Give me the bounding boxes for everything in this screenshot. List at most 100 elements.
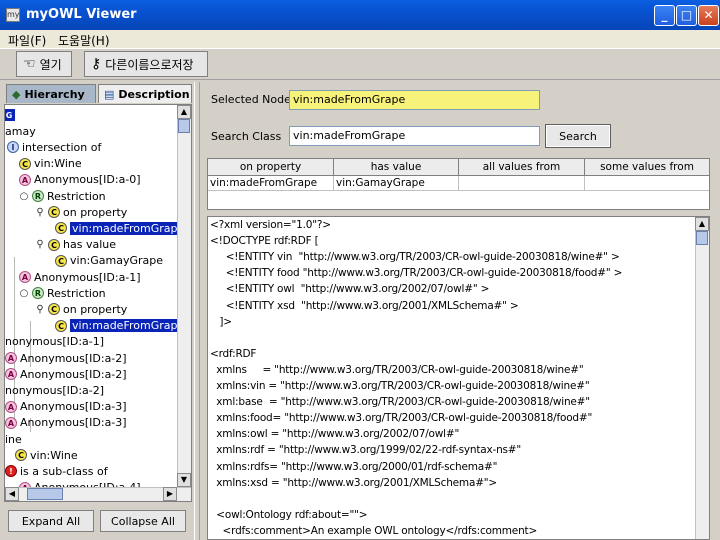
tree-node-label: vin:Wine — [34, 157, 82, 171]
tree-node[interactable]: A Anonymous[ID:a-3] — [5, 399, 127, 415]
tree-node[interactable]: Cvin:madeFromGrape — [55, 318, 179, 334]
expand-all-button[interactable]: Expand All — [8, 510, 94, 532]
tree-node[interactable]: ○ R Restriction — [19, 285, 106, 301]
scroll-thumb[interactable] — [27, 488, 63, 500]
node-type-badge-icon: A — [19, 271, 31, 283]
scroll-thumb[interactable] — [178, 119, 190, 133]
source-line: <!ENTITY owl "http://www.w3.org/2002/07/… — [210, 283, 490, 296]
tree-node[interactable]: ine — [5, 431, 22, 447]
app-icon: my — [6, 8, 20, 22]
search-class-input[interactable]: vin:madeFromGrape — [289, 126, 540, 146]
node-type-badge-icon: R — [32, 190, 44, 202]
tab-description[interactable]: ▤ Description — [98, 84, 192, 103]
open-hand-icon: ☜ — [23, 56, 36, 72]
tree-node[interactable]: Cvin:Wine — [19, 156, 82, 172]
table-header-some-values-from[interactable]: some values from — [585, 159, 709, 176]
table-cell[interactable]: vin:madeFromGrape — [208, 176, 334, 191]
source-line: <owl:Ontology rdf:about=""> — [210, 508, 368, 521]
key-icon: ⚷ — [91, 56, 102, 72]
node-type-badge-icon: C — [15, 449, 27, 462]
tree-node[interactable]: nonymous[ID:a-2] — [5, 382, 104, 398]
tree-node[interactable]: A Anonymous[ID:a-0] — [19, 172, 141, 188]
node-type-badge-icon: A — [5, 400, 17, 413]
search-button[interactable]: Search — [545, 124, 611, 148]
scroll-right-arrow-icon[interactable]: ▶ — [163, 487, 177, 501]
close-button[interactable]: ✕ — [698, 5, 719, 26]
tree-node-label: on property — [63, 205, 128, 219]
table-header-on-property[interactable]: on property — [208, 159, 334, 176]
tree-node[interactable]: G — [5, 107, 18, 123]
expand-handle-icon[interactable]: ○ — [19, 191, 29, 202]
table-cell[interactable] — [585, 176, 709, 191]
tab-hierarchy[interactable]: ◆ Hierarchy — [6, 84, 96, 103]
tree-node[interactable]: A Anonymous[ID:a-2] — [5, 350, 127, 366]
pin-icon: ⚲ — [36, 206, 44, 218]
tree-node[interactable]: A Anonymous[ID:a-1] — [19, 269, 141, 285]
source-line: xmlns:rdfs= "http://www.w3.org/2000/01/r… — [210, 460, 498, 473]
tree-node[interactable]: ⚲ Con property — [35, 204, 127, 220]
menu-bar: 파일(F) 도움말(H) — [0, 30, 720, 48]
maximize-button[interactable]: □ — [676, 5, 697, 26]
tree-node[interactable]: A Anonymous[ID:a-3] — [5, 415, 127, 431]
open-button[interactable]: ☜ 열기 — [16, 51, 72, 77]
minimize-button[interactable]: _ — [654, 5, 675, 26]
tree-node[interactable]: ⚲ Con property — [35, 301, 127, 317]
source-line: xmlns:rdf = "http://www.w3.org/1999/02/2… — [210, 444, 522, 457]
node-type-badge-icon: G — [5, 109, 15, 121]
node-type-badge-icon: ! — [5, 465, 17, 478]
tree-node[interactable]: ! is a sub-class of — [5, 463, 108, 479]
tree-node-label: on property — [63, 302, 128, 316]
source-line: xmlns:vin = "http://www.w3.org/TR/2003/C… — [210, 380, 590, 392]
owl-source-view[interactable]: <?xml version="1.0"?> <!DOCTYPE rdf:RDF [… — [207, 216, 710, 540]
table-cell[interactable]: vin:GamayGrape — [334, 176, 459, 191]
save-as-button[interactable]: ⚷ 다른이름으로저장 — [84, 51, 208, 77]
tree-node[interactable]: Iintersection of — [7, 139, 101, 155]
tree-node-label: nonymous[ID:a-1] — [5, 335, 105, 349]
tree-vertical-scrollbar[interactable]: ▲ ▼ — [177, 105, 191, 487]
tree-node[interactable]: nonymous[ID:a-1] — [5, 334, 104, 350]
source-line: <!ENTITY vin "http://www.w3.org/TR/2003/… — [210, 251, 620, 264]
table-header-has-value[interactable]: has value — [334, 159, 459, 176]
scroll-thumb[interactable] — [696, 231, 708, 245]
property-table: on property has value all values from so… — [207, 158, 710, 210]
tree-node[interactable]: ○ R Restriction — [19, 188, 106, 204]
table-header-all-values-from[interactable]: all values from — [459, 159, 585, 176]
document-icon: ▤ — [104, 87, 115, 101]
source-line: <rdfs:comment>An example OWL ontology</r… — [210, 524, 538, 537]
scroll-left-arrow-icon[interactable]: ◀ — [5, 487, 19, 501]
tree-node[interactable]: Cvin:GamayGrape — [55, 253, 163, 269]
tree-icon: ◆ — [12, 87, 21, 101]
tree-node-label: has value — [63, 238, 116, 252]
tree-node[interactable]: A Anonymous[ID:a-2] — [5, 366, 127, 382]
source-line: xmlns:food= "http://www.w3.org/TR/2003/C… — [210, 412, 593, 425]
menu-file[interactable]: 파일(F) — [8, 32, 46, 49]
tab-hierarchy-label: Hierarchy — [24, 87, 85, 101]
scroll-down-arrow-icon[interactable]: ▼ — [177, 473, 191, 487]
scroll-up-arrow-icon[interactable]: ▲ — [177, 105, 191, 119]
collapse-all-button[interactable]: Collapse All — [100, 510, 186, 532]
tree-node[interactable]: Cvin:madeFromGrape — [55, 220, 179, 236]
node-type-badge-icon: A — [5, 368, 17, 381]
tree-node[interactable]: AAnonymous[ID:a-4] — [19, 480, 141, 487]
tree-node-label: is a sub-class of — [20, 464, 108, 478]
scroll-up-arrow-icon[interactable]: ▲ — [695, 217, 709, 231]
tree-node[interactable]: Cvin:Wine — [15, 447, 78, 463]
source-line: xmlns:owl = "http://www.w3.org/2002/07/o… — [210, 428, 460, 441]
tree-node-label: Restriction — [47, 286, 106, 300]
tree-node[interactable]: ⚲ Chas value — [35, 237, 116, 253]
table-cell[interactable] — [459, 176, 585, 191]
tree-node[interactable]: amay — [5, 123, 36, 139]
tree-node-label: amay — [5, 124, 36, 138]
tab-description-label: Description — [118, 87, 190, 101]
node-type-badge-icon: I — [7, 141, 19, 154]
tree-node-label: ine — [5, 432, 22, 446]
tree-horizontal-scrollbar[interactable]: ◀ ▶ — [5, 487, 191, 501]
source-vertical-scrollbar[interactable]: ▲ — [695, 217, 709, 539]
selected-node-field[interactable]: vin:madeFromGrape — [289, 90, 540, 110]
source-line: <?xml version="1.0"?> — [210, 219, 331, 231]
menu-help[interactable]: 도움말(H) — [58, 32, 110, 49]
expand-handle-icon[interactable]: ○ — [19, 288, 29, 299]
split-pane-divider[interactable] — [194, 82, 200, 540]
window-title: myOWL Viewer — [26, 7, 137, 22]
tree-node-label: Anonymous[ID:a-0] — [34, 173, 141, 187]
